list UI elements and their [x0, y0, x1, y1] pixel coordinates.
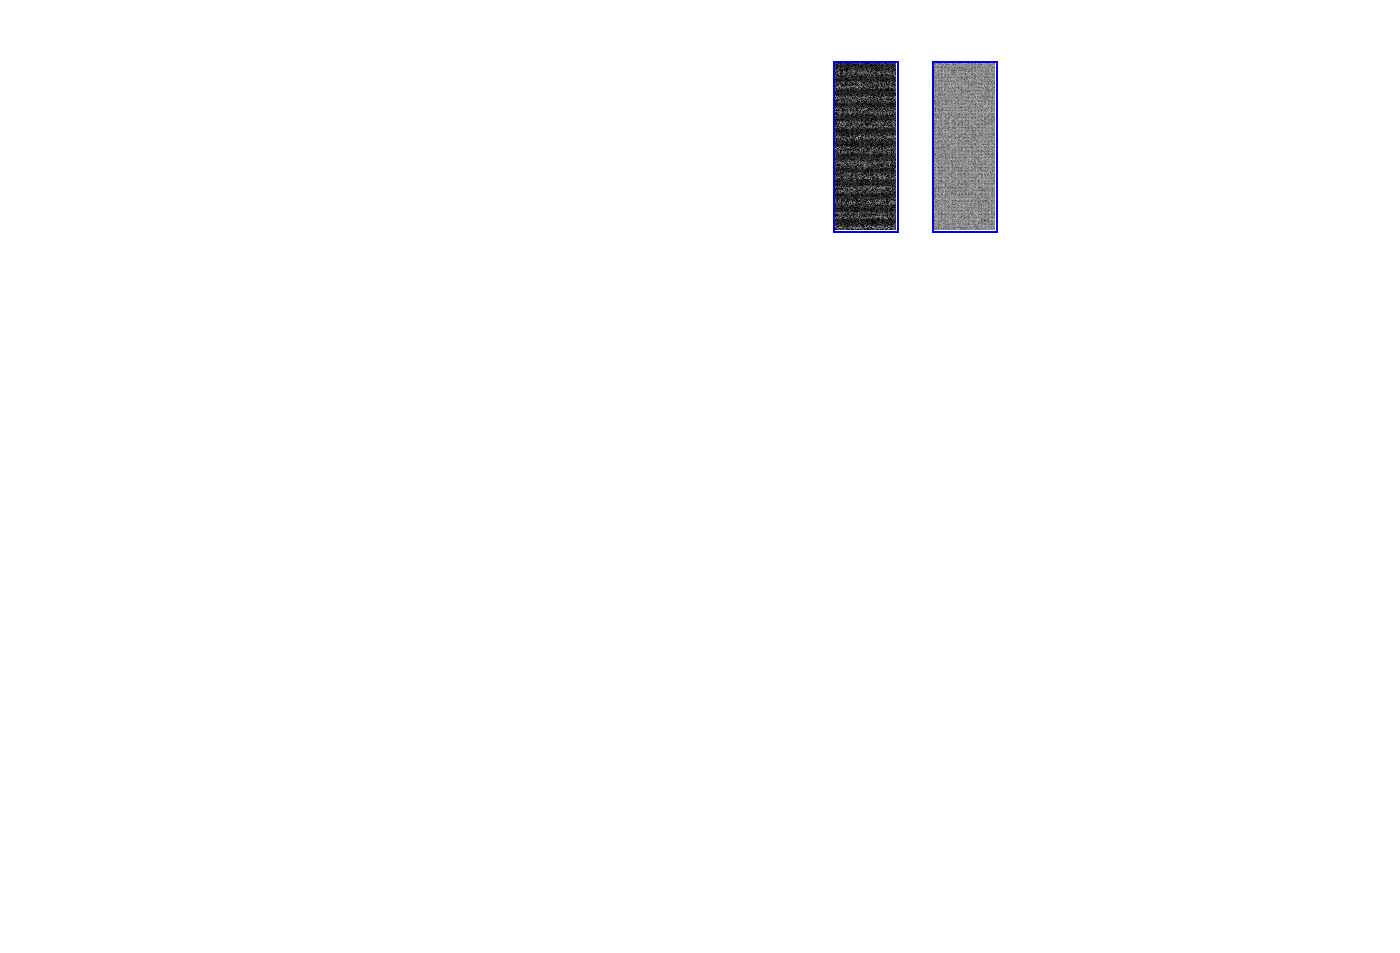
with-sky-image [835, 63, 896, 230]
line-fit-zoom-plot [1035, 48, 1305, 243]
clean-image [934, 63, 995, 230]
clean-image-panel [932, 61, 998, 233]
fiber-positions-panel [48, 506, 233, 718]
header-datetime [1053, 5, 1102, 53]
hsc-cutout-panel [420, 506, 605, 738]
elixer-report-page [0, 0, 1400, 953]
with-sky-panel [833, 61, 899, 233]
lineflux-map-panel [225, 506, 410, 718]
full-spectrum-plot [0, 295, 1400, 470]
